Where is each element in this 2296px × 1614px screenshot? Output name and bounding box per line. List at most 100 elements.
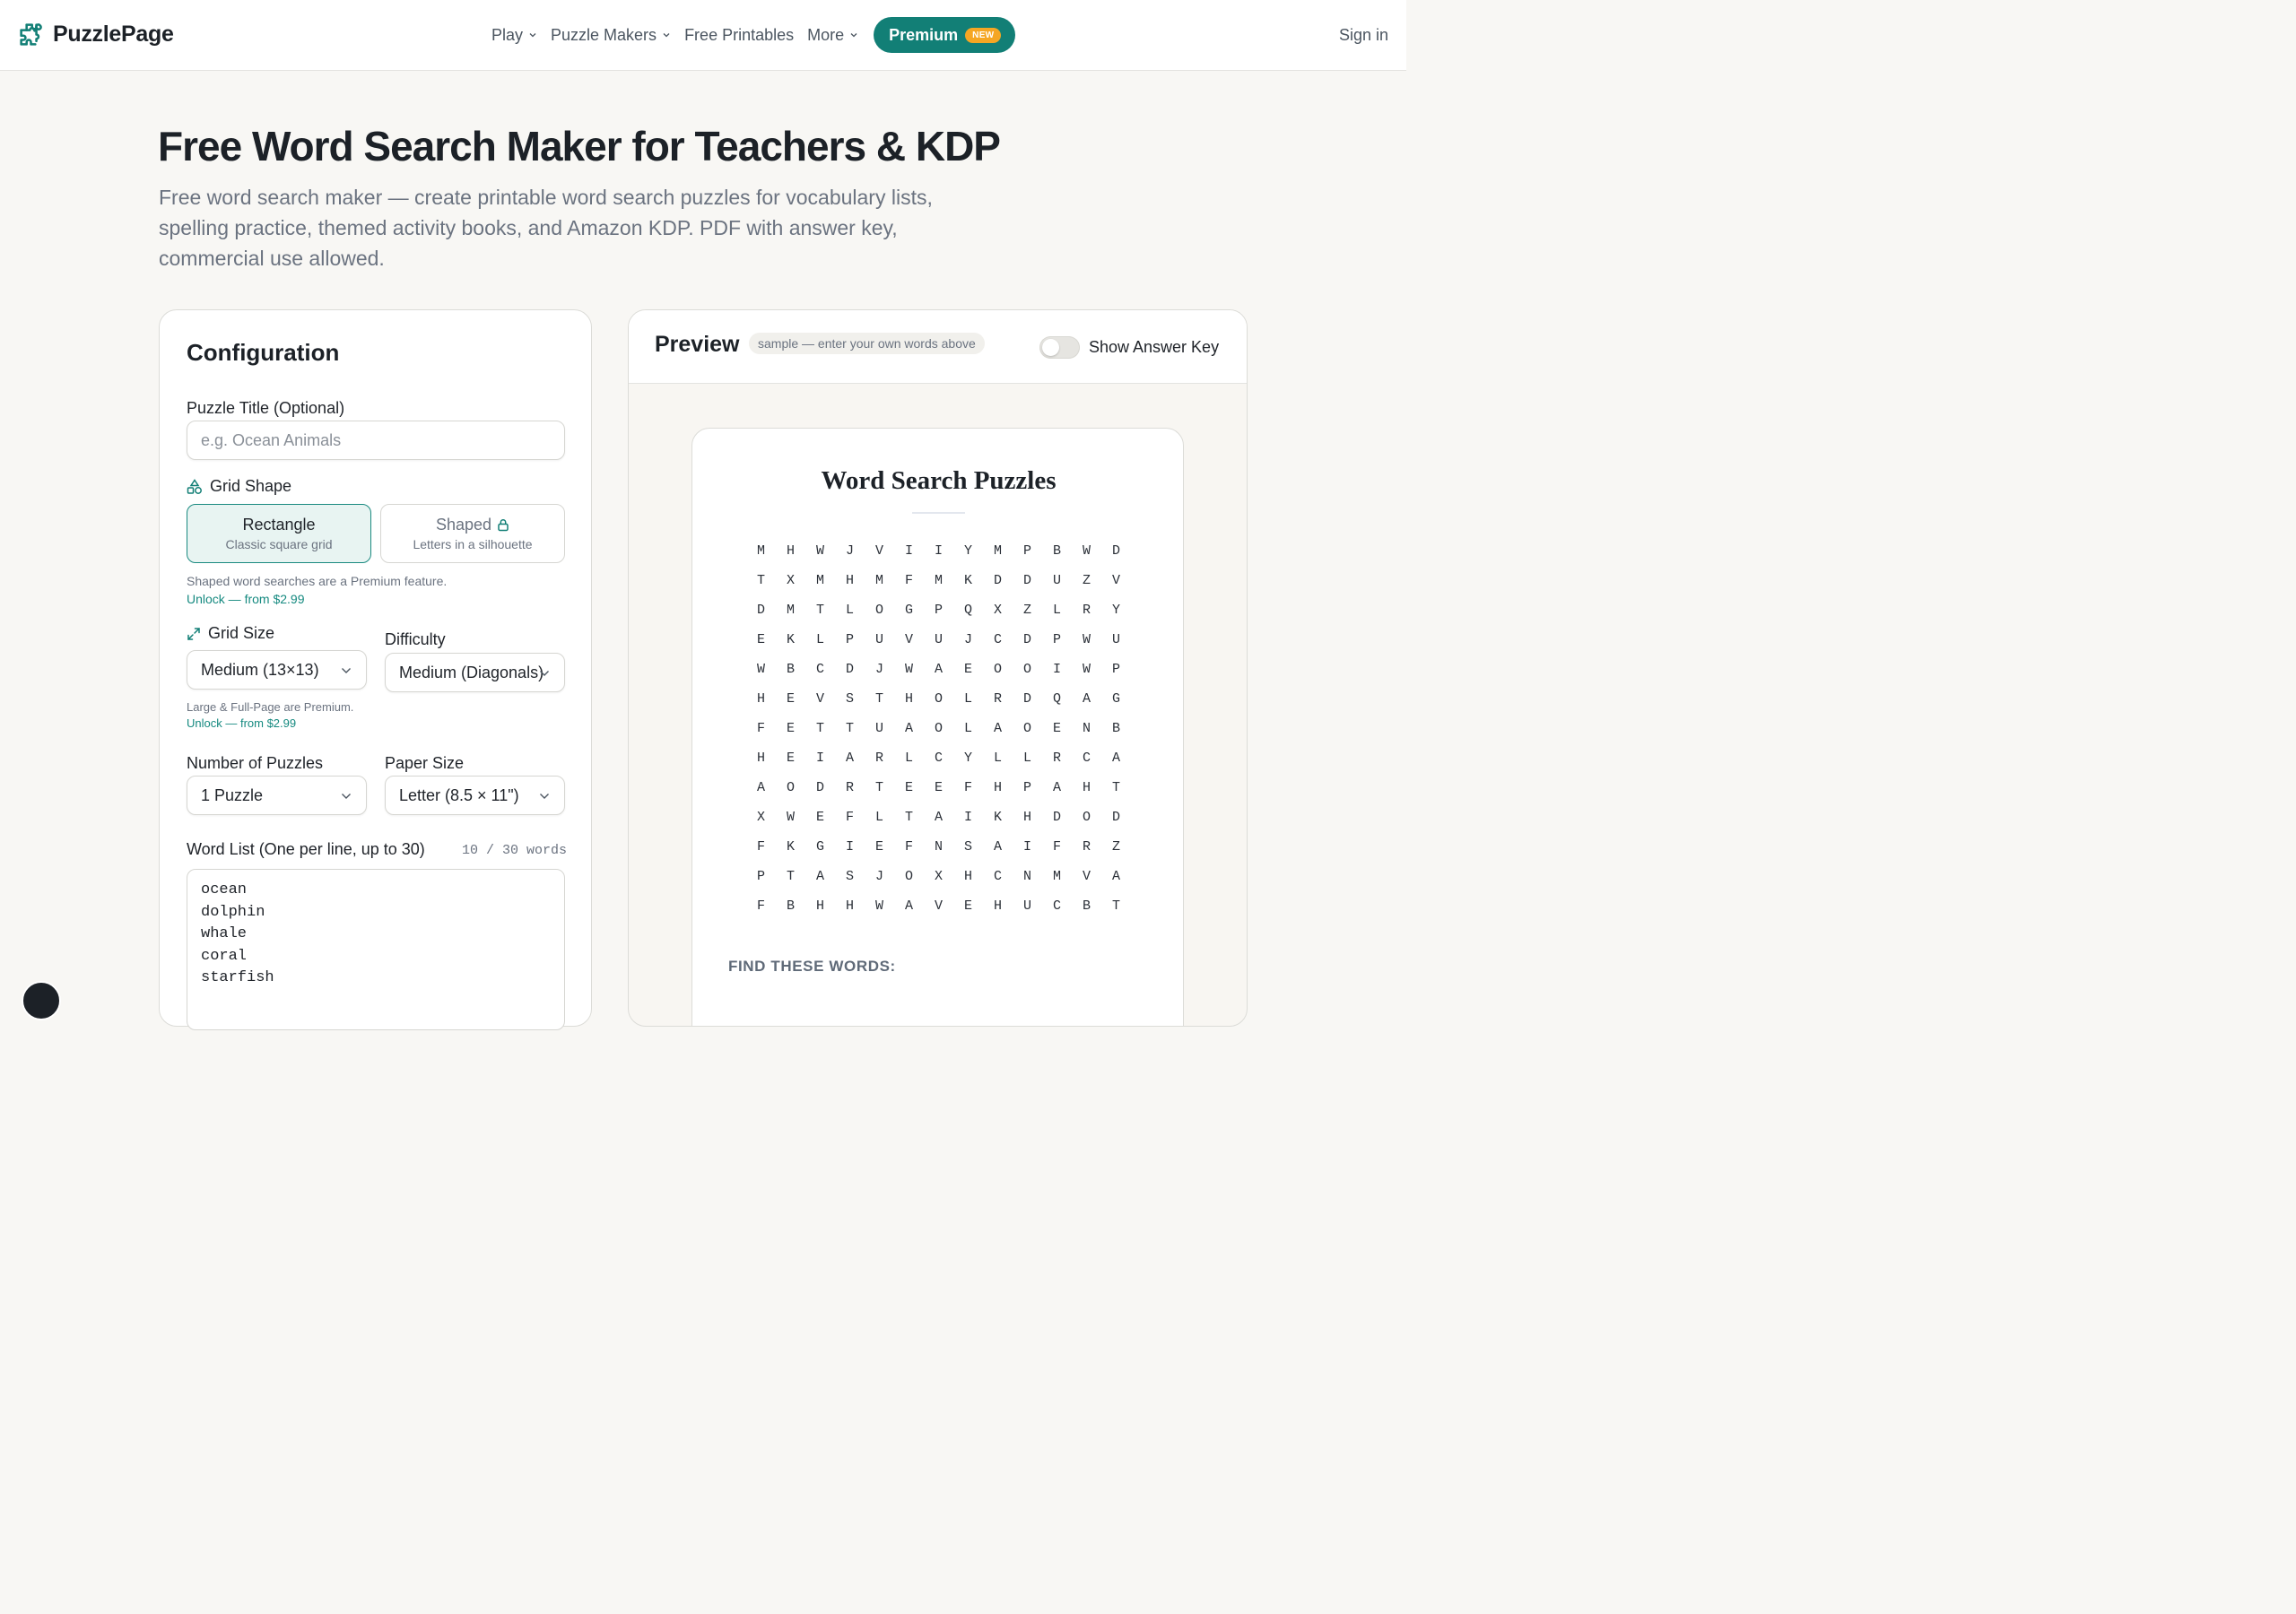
grid-cell: W — [815, 543, 824, 559]
grid-cell: O — [874, 603, 883, 618]
grid-cell: F — [1052, 839, 1061, 855]
grid-row: HEIARLCYLLRCA — [746, 743, 1131, 773]
grid-cell: E — [1052, 721, 1061, 736]
answer-key-toggle[interactable] — [1039, 336, 1080, 359]
grid-cell: A — [815, 869, 824, 884]
grid-cell: I — [934, 543, 943, 559]
grid-cell: J — [845, 543, 854, 559]
grid-cell: R — [845, 780, 854, 795]
grid-cell: K — [963, 573, 972, 588]
num-puzzles-value: 1 Puzzle — [201, 785, 264, 804]
grid-cell: C — [934, 751, 943, 766]
grid-cell: O — [993, 662, 1002, 677]
shaped-premium-note: Shaped word searches are a Premium featu… — [187, 574, 448, 588]
grid-cell: D — [993, 573, 1002, 588]
floating-action-button[interactable] — [22, 981, 61, 1020]
grid-cell: L — [845, 603, 854, 618]
grid-cell: H — [845, 573, 854, 588]
nav-play[interactable]: Play — [491, 26, 537, 45]
size-unlock-link[interactable]: Unlock — from $2.99 — [187, 716, 296, 730]
chevron-down-icon — [663, 33, 670, 38]
grid-cell: E — [934, 780, 943, 795]
grid-cell: A — [934, 810, 943, 825]
num-puzzles-label: Number of Puzzles — [187, 754, 324, 772]
preview-panel: Preview sample — enter your own words ab… — [628, 309, 1248, 1027]
grid-cell: D — [815, 780, 824, 795]
grid-cell: Z — [1111, 839, 1120, 855]
difficulty-select[interactable]: Medium (Diagonals) — [385, 653, 565, 692]
puzzle-title-input[interactable] — [187, 421, 565, 460]
sign-in-link[interactable]: Sign in — [1339, 26, 1388, 45]
grid-cell: G — [904, 603, 913, 618]
lock-icon — [498, 519, 509, 532]
grid-cell: K — [786, 839, 795, 855]
grid-cell: L — [1022, 751, 1031, 766]
shape-option-rectangle[interactable]: Rectangle Classic square grid — [187, 504, 371, 563]
grid-cell: U — [874, 721, 883, 736]
grid-cell: V — [1111, 573, 1120, 588]
paper-size-label: Paper Size — [385, 754, 465, 772]
grid-cell: I — [1022, 839, 1031, 855]
grid-cell: H — [756, 691, 765, 707]
grid-row: HEVSTHOLRDQAG — [746, 684, 1131, 714]
grid-shape-heading: Grid Shape — [187, 477, 291, 496]
grid-cell: L — [1052, 603, 1061, 618]
grid-cell: F — [845, 810, 854, 825]
grid-cell: X — [993, 603, 1002, 618]
grid-cell: E — [786, 751, 795, 766]
grid-cell: C — [1052, 898, 1061, 914]
grid-cell: E — [963, 662, 972, 677]
grid-cell: P — [1022, 780, 1031, 795]
grid-cell: R — [1052, 751, 1061, 766]
answer-key-label[interactable]: Show Answer Key — [1089, 338, 1219, 357]
grid-size-label: Grid Size — [208, 624, 275, 642]
grid-cell: V — [1082, 869, 1091, 884]
grid-cell: V — [904, 632, 913, 647]
chevron-down-icon — [540, 671, 549, 676]
nav-play-label: Play — [491, 25, 524, 44]
grid-row: FETTUAOLAOENB — [746, 714, 1131, 743]
shaped-unlock-link[interactable]: Unlock — from $2.99 — [187, 592, 305, 606]
logo[interactable]: PuzzlePage — [18, 22, 174, 48]
premium-button[interactable]: Premium NEW — [874, 17, 1016, 53]
grid-cell: M — [756, 543, 765, 559]
shapes-icon — [187, 478, 202, 494]
find-words-heading: FIND THESE WORDS: — [728, 958, 896, 975]
chevron-down-icon — [342, 668, 351, 673]
nav-more[interactable]: More — [807, 26, 858, 45]
word-list-line: whale — [201, 925, 248, 942]
grid-cell: C — [815, 662, 824, 677]
grid-cell: P — [1111, 662, 1120, 677]
paper-size-select[interactable]: Letter (8.5 × 11") — [385, 776, 565, 815]
shape-option-shaped[interactable]: Shaped Letters in a silhouette — [380, 504, 565, 563]
page-subtitle: Free word search maker — create printabl… — [159, 186, 933, 270]
grid-cell: T — [874, 780, 883, 795]
grid-cell: O — [904, 869, 913, 884]
puzzle-logo-icon — [20, 23, 42, 46]
grid-cell: X — [786, 573, 795, 588]
shape-option-name-row: Shaped — [381, 516, 564, 534]
preview-header: Preview sample — enter your own words ab… — [629, 310, 1247, 384]
grid-cell: D — [845, 662, 854, 677]
word-list-textarea[interactable]: ocean dolphin whale coral starfish — [187, 869, 565, 1030]
grid-cell: R — [874, 751, 883, 766]
grid-cell: L — [993, 751, 1002, 766]
grid-size-select[interactable]: Medium (13×13) — [187, 650, 367, 690]
top-navbar: PuzzlePage Play Puzzle Makers Free Print… — [0, 0, 1406, 71]
grid-cell: K — [993, 810, 1002, 825]
grid-cell: A — [993, 839, 1002, 855]
grid-cell: T — [904, 810, 913, 825]
grid-cell: A — [904, 898, 913, 914]
grid-cell: O — [934, 691, 943, 707]
grid-cell: A — [1052, 780, 1061, 795]
shape-option-name: Rectangle — [242, 516, 316, 534]
configuration-title: Configuration — [187, 339, 340, 366]
grid-cell: I — [963, 810, 972, 825]
num-puzzles-select[interactable]: 1 Puzzle — [187, 776, 367, 815]
grid-cell: C — [993, 632, 1002, 647]
word-list-line: dolphin — [201, 903, 265, 921]
word-list-line: coral — [201, 947, 248, 965]
expand-icon — [187, 627, 200, 640]
nav-puzzle-makers[interactable]: Puzzle Makers — [551, 26, 671, 45]
nav-free-printables[interactable]: Free Printables — [684, 26, 794, 45]
